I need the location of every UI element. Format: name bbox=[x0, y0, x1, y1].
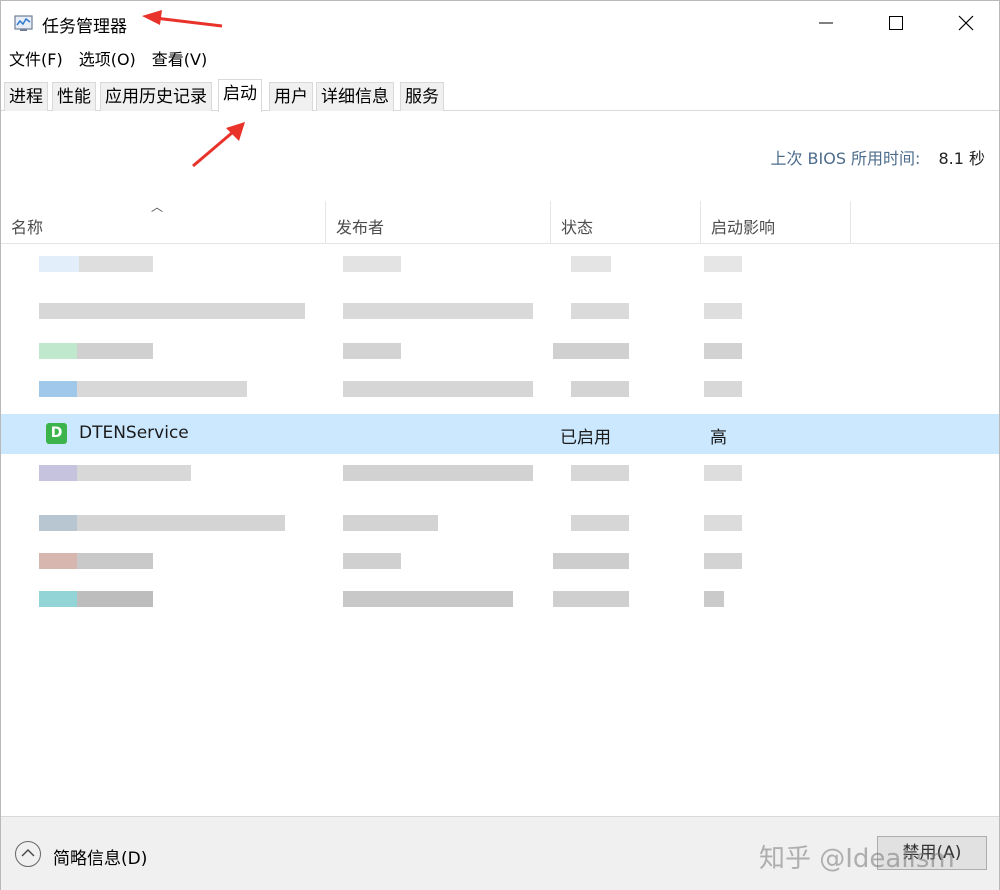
tab-startup[interactable]: 启动 bbox=[218, 79, 262, 112]
tab-services[interactable]: 服务 bbox=[400, 82, 444, 111]
blurred-text bbox=[571, 515, 629, 531]
blurred-icon bbox=[39, 256, 79, 272]
column-publisher[interactable]: 发布者 bbox=[326, 201, 551, 244]
column-name[interactable]: 名称 bbox=[1, 201, 326, 244]
blurred-text bbox=[39, 303, 305, 319]
tab-performance[interactable]: 性能 bbox=[52, 82, 96, 111]
blurred-text bbox=[343, 591, 513, 607]
blurred-text bbox=[704, 343, 742, 359]
menu-file[interactable]: 文件(F) bbox=[1, 47, 71, 73]
fewer-details-link[interactable]: 简略信息(D) bbox=[53, 844, 147, 869]
blurred-text bbox=[571, 465, 629, 481]
tab-details[interactable]: 详细信息 bbox=[316, 82, 394, 111]
table-row-selected[interactable]: D DTENService 已启用 高 bbox=[1, 414, 999, 454]
blurred-text bbox=[571, 303, 629, 319]
blurred-text bbox=[79, 256, 153, 272]
column-status-label: 状态 bbox=[561, 218, 594, 237]
blurred-text bbox=[704, 303, 742, 319]
blurred-text bbox=[343, 343, 401, 359]
row-status: 已启用 bbox=[560, 428, 611, 448]
column-impact[interactable]: 启动影响 bbox=[701, 201, 851, 244]
table-row[interactable] bbox=[1, 333, 999, 371]
tab-app-history[interactable]: 应用历史记录 bbox=[100, 82, 212, 111]
task-manager-window: 任务管理器 文件(F) 选项(O) 查看(V) 进程 性能 应用历史记录 启动 … bbox=[0, 0, 1000, 890]
blurred-text bbox=[77, 465, 191, 481]
blurred-text bbox=[553, 591, 629, 607]
table-row[interactable] bbox=[1, 283, 999, 321]
bios-time-value: 8.1 秒 bbox=[938, 149, 985, 168]
window-title: 任务管理器 bbox=[42, 17, 127, 37]
maximize-icon bbox=[889, 16, 903, 30]
blurred-icon bbox=[39, 515, 77, 531]
menu-options[interactable]: 选项(O) bbox=[71, 47, 144, 73]
menu-view[interactable]: 查看(V) bbox=[144, 47, 215, 73]
task-manager-app-icon bbox=[14, 15, 33, 31]
tab-processes[interactable]: 进程 bbox=[4, 82, 48, 111]
footer-bar: 简略信息(D) 禁用(A) 知乎 @Idealism bbox=[1, 816, 999, 890]
minimize-icon bbox=[819, 22, 833, 24]
close-button[interactable] bbox=[931, 1, 1000, 45]
blurred-icon bbox=[39, 381, 77, 397]
maximize-button[interactable] bbox=[861, 1, 931, 45]
blurred-text bbox=[704, 591, 724, 607]
table-row[interactable] bbox=[1, 455, 999, 493]
blurred-text bbox=[571, 256, 611, 272]
bios-time: 上次 BIOS 所用时间: 8.1 秒 bbox=[770, 145, 985, 169]
blurred-text bbox=[343, 465, 533, 481]
blurred-icon bbox=[39, 553, 77, 569]
blurred-text bbox=[704, 465, 742, 481]
blurred-text bbox=[343, 553, 401, 569]
blurred-text bbox=[704, 515, 742, 531]
table-row[interactable] bbox=[1, 543, 999, 581]
bios-time-label: 上次 BIOS 所用时间: bbox=[770, 149, 921, 168]
dtenservice-app-icon: D bbox=[46, 423, 67, 444]
row-impact: 高 bbox=[710, 428, 727, 448]
blurred-icon bbox=[39, 465, 77, 481]
blurred-text bbox=[704, 381, 742, 397]
column-publisher-label: 发布者 bbox=[336, 218, 385, 237]
blurred-icon bbox=[39, 591, 77, 607]
blurred-text bbox=[77, 553, 153, 569]
table-row[interactable] bbox=[1, 245, 999, 283]
column-header: 名称 发布者 状态 启动影响 bbox=[1, 201, 999, 244]
chevron-up-icon bbox=[21, 849, 35, 857]
close-icon bbox=[958, 15, 974, 31]
column-name-label: 名称 bbox=[11, 218, 44, 237]
table-row[interactable] bbox=[1, 371, 999, 409]
blurred-text bbox=[553, 553, 629, 569]
blurred-text bbox=[553, 343, 629, 359]
blurred-text bbox=[77, 381, 247, 397]
table-row[interactable] bbox=[1, 505, 999, 543]
blurred-icon bbox=[39, 343, 77, 359]
column-impact-label: 启动影响 bbox=[711, 218, 776, 237]
blurred-text bbox=[77, 515, 285, 531]
blurred-text bbox=[343, 515, 438, 531]
table-row[interactable] bbox=[1, 581, 999, 619]
tab-users[interactable]: 用户 bbox=[269, 82, 313, 111]
blurred-text bbox=[77, 343, 153, 359]
blurred-text bbox=[571, 381, 629, 397]
row-name: DTENService bbox=[79, 423, 189, 443]
fewer-details-toggle[interactable] bbox=[15, 841, 41, 867]
minimize-button[interactable] bbox=[791, 1, 861, 45]
menu-bar: 文件(F) 选项(O) 查看(V) bbox=[1, 47, 215, 73]
blurred-text bbox=[343, 303, 533, 319]
column-status[interactable]: 状态 bbox=[551, 201, 701, 244]
blurred-text bbox=[343, 256, 401, 272]
blurred-text bbox=[77, 591, 153, 607]
tab-bar: 进程 性能 应用历史记录 启动 用户 详细信息 服务 bbox=[1, 79, 999, 112]
blurred-text bbox=[343, 381, 533, 397]
zhihu-watermark: 知乎 @Idealism bbox=[759, 844, 955, 874]
title-bar: 任务管理器 bbox=[1, 1, 999, 45]
blurred-text bbox=[704, 256, 742, 272]
blurred-text bbox=[704, 553, 742, 569]
